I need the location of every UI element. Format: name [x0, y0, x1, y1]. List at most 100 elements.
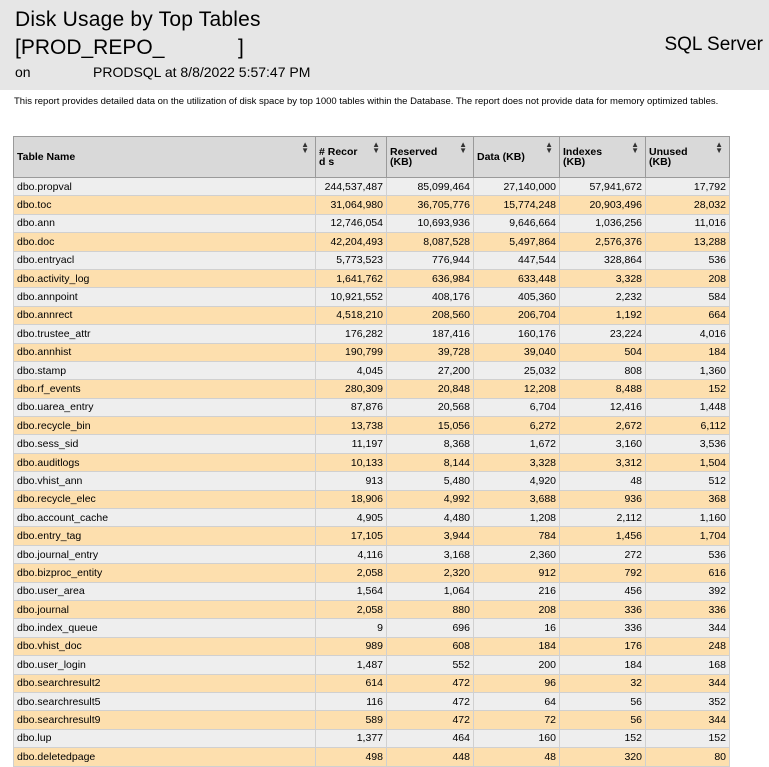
cell-data: 208: [473, 600, 560, 620]
cell-records: 9: [315, 618, 387, 638]
col-table-name-header[interactable]: Table Name ▲ ▼: [13, 136, 316, 178]
col-unused-header[interactable]: Unused (KB) ▲ ▼: [645, 136, 730, 178]
cell-unused: 664: [645, 306, 730, 326]
cell-reserved: 472: [386, 692, 474, 712]
cell-unused: 1,504: [645, 453, 730, 473]
cell-reserved: 472: [386, 710, 474, 730]
cell-reserved: 408,176: [386, 287, 474, 307]
cell-unused: 13,288: [645, 232, 730, 252]
cell-table-name: dbo.trustee_attr: [13, 324, 316, 344]
table-row: dbo.activity_log 1,641,762 636,984 633,448 3…: [13, 269, 730, 289]
cell-unused: 6,112: [645, 416, 730, 436]
sort-arrows-icon[interactable]: ▲ ▼: [545, 141, 553, 155]
cell-reserved: 39,728: [386, 343, 474, 362]
cell-records: 5,773,523: [315, 251, 387, 270]
cell-records: 280,309: [315, 379, 387, 399]
cell-indexes: 3,160: [559, 434, 646, 454]
report-description: This report provides detailed data on th…: [14, 96, 719, 107]
cell-indexes: 3,328: [559, 269, 646, 289]
col-records-label: # Record s: [319, 146, 358, 168]
table-row: dbo.doc 42,204,493 8,087,528 5,497,864 2,576…: [13, 232, 730, 252]
col-reserved-header[interactable]: Reserved (KB) ▲ ▼: [386, 136, 474, 178]
cell-data: 216: [473, 582, 560, 601]
cell-data: 72: [473, 710, 560, 730]
sort-arrows-icon[interactable]: ▲ ▼: [301, 141, 309, 155]
cell-data: 160: [473, 729, 560, 749]
cell-table-name: dbo.searchresult5: [13, 692, 316, 712]
cell-indexes: 272: [559, 545, 646, 565]
cell-indexes: 504: [559, 343, 646, 362]
cell-table-name: dbo.account_cache: [13, 508, 316, 528]
cell-records: 1,487: [315, 655, 387, 675]
cell-data: 184: [473, 637, 560, 657]
cell-records: 2,058: [315, 600, 387, 620]
cell-reserved: 27,200: [386, 361, 474, 381]
cell-unused: 208: [645, 269, 730, 289]
cell-records: 2,058: [315, 563, 387, 583]
cell-unused: 168: [645, 655, 730, 675]
table-row: dbo.auditlogs 10,133 8,144 3,328 3,312 1,504: [13, 453, 730, 473]
cell-reserved: 20,568: [386, 398, 474, 418]
col-records-header[interactable]: # Record s ▲ ▼: [315, 136, 387, 178]
cell-indexes: 2,232: [559, 287, 646, 307]
cell-reserved: 36,705,776: [386, 195, 474, 215]
cell-data: 6,704: [473, 398, 560, 418]
cell-unused: 344: [645, 710, 730, 730]
table-row: dbo.annpoint 10,921,552 408,176 405,360 2,23…: [13, 287, 730, 307]
cell-indexes: 336: [559, 600, 646, 620]
col-data-header[interactable]: Data (KB) ▲ ▼: [473, 136, 560, 178]
cell-unused: 184: [645, 343, 730, 362]
table-row: dbo.searchresult5 116 472 64 56 352: [13, 692, 730, 712]
cell-records: 498: [315, 747, 387, 767]
table-row: dbo.entry_tag 17,105 3,944 784 1,456 1,704: [13, 526, 730, 546]
cell-records: 13,738: [315, 416, 387, 436]
cell-table-name: dbo.vhist_ann: [13, 471, 316, 491]
cell-table-name: dbo.auditlogs: [13, 453, 316, 473]
cell-records: 87,876: [315, 398, 387, 418]
cell-indexes: 184: [559, 655, 646, 675]
cell-unused: 584: [645, 287, 730, 307]
cell-records: 4,116: [315, 545, 387, 565]
cell-indexes: 808: [559, 361, 646, 381]
meta-on-label: on: [15, 64, 31, 80]
cell-table-name: dbo.entryacl: [13, 251, 316, 270]
table-row: dbo.rf_events 280,309 20,848 12,208 8,488 152: [13, 379, 730, 399]
cell-reserved: 3,944: [386, 526, 474, 546]
cell-data: 4,920: [473, 471, 560, 491]
cell-unused: 352: [645, 692, 730, 712]
cell-records: 244,537,487: [315, 177, 387, 197]
report-meta: on PRODSQL at 8/8/2022 5:57:47 PM: [15, 64, 310, 80]
sort-arrows-icon[interactable]: ▲ ▼: [459, 141, 467, 155]
table-row: dbo.vhist_doc 989 608 184 176 248: [13, 637, 730, 657]
table-body: dbo.propval 244,537,487 85,099,464 27,140,0…: [13, 177, 730, 767]
table-row: dbo.sess_sid 11,197 8,368 1,672 3,160 3,536: [13, 434, 730, 454]
cell-reserved: 608: [386, 637, 474, 657]
cell-unused: 536: [645, 545, 730, 565]
cell-unused: 80: [645, 747, 730, 767]
cell-table-name: dbo.stamp: [13, 361, 316, 381]
cell-table-name: dbo.toc: [13, 195, 316, 215]
cell-unused: 392: [645, 582, 730, 601]
sort-arrows-icon[interactable]: ▲ ▼: [372, 141, 380, 155]
cell-table-name: dbo.sess_sid: [13, 434, 316, 454]
cell-records: 17,105: [315, 526, 387, 546]
sort-arrows-icon[interactable]: ▲ ▼: [715, 141, 723, 155]
cell-unused: 368: [645, 490, 730, 510]
cell-records: 1,641,762: [315, 269, 387, 289]
col-reserved-label: Reserved (KB): [390, 146, 438, 168]
cell-records: 42,204,493: [315, 232, 387, 252]
report-header: Disk Usage by Top Tables [PROD_REPO_ ] S…: [0, 0, 769, 90]
cell-reserved: 5,480: [386, 471, 474, 491]
cell-indexes: 2,672: [559, 416, 646, 436]
cell-data: 12,208: [473, 379, 560, 399]
sort-arrows-icon[interactable]: ▲ ▼: [631, 141, 639, 155]
col-indexes-header[interactable]: Indexes (KB) ▲ ▼: [559, 136, 646, 178]
cell-records: 176,282: [315, 324, 387, 344]
cell-reserved: 464: [386, 729, 474, 749]
cell-table-name: dbo.rf_events: [13, 379, 316, 399]
cell-table-name: dbo.annpoint: [13, 287, 316, 307]
cell-reserved: 880: [386, 600, 474, 620]
table-row: dbo.searchresult2 614 472 96 32 344: [13, 674, 730, 693]
cell-reserved: 4,480: [386, 508, 474, 528]
cell-records: 4,905: [315, 508, 387, 528]
